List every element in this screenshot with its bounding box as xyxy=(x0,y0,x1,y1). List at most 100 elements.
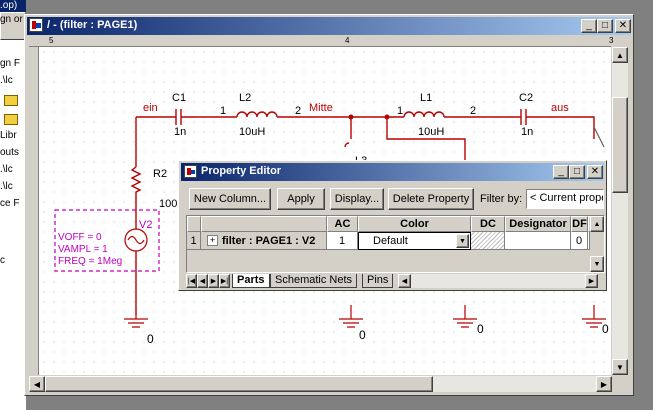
column-header-df[interactable]: DF xyxy=(571,216,588,232)
resistor-r2[interactable] xyxy=(130,166,142,222)
tree-item[interactable]: .\lc xyxy=(0,181,26,198)
minimize-button[interactable]: _ xyxy=(553,165,569,179)
net-label-mitte[interactable]: Mitte xyxy=(309,102,333,114)
label-c2[interactable]: C2 xyxy=(519,92,533,104)
tab-bar: |◀ ◀ ▶ ▶| Parts Schematic Nets Pins ◀ ▶ xyxy=(186,274,598,289)
param-vampl[interactable]: VAMPL = 1 xyxy=(58,244,108,255)
tab-scroll-prev[interactable]: ◀ xyxy=(197,274,208,288)
scroll-thumb[interactable] xyxy=(45,376,433,392)
net-label-aus[interactable]: aus xyxy=(551,102,569,114)
component-stub[interactable] xyxy=(593,126,605,148)
tree-item[interactable]: Libr xyxy=(0,130,26,147)
maximize-button[interactable]: □ xyxy=(569,165,585,179)
scroll-thumb[interactable] xyxy=(612,97,628,193)
background-window: .op) gn or gn F .\lc Libr outs .\lc .\lc… xyxy=(0,0,26,410)
row-index[interactable]: 1 xyxy=(187,232,201,250)
label-l2-value[interactable]: 10uH xyxy=(239,126,265,138)
color-dropdown-button[interactable]: ▼ xyxy=(456,234,469,248)
ground-label: 0 xyxy=(147,332,154,346)
tree-item[interactable]: .\lc xyxy=(0,164,26,181)
vertical-scrollbar[interactable]: ▲ ▼ xyxy=(612,47,628,375)
ground-symbol[interactable] xyxy=(453,305,477,328)
scroll-left-button[interactable]: ◀ xyxy=(29,376,45,392)
scroll-up-button[interactable]: ▲ xyxy=(612,47,628,63)
column-header-ac[interactable]: AC xyxy=(327,216,358,232)
apply-button[interactable]: Apply xyxy=(277,188,325,210)
label-l1-value[interactable]: 10uH xyxy=(418,126,444,138)
property-editor-titlebar[interactable]: Property Editor _ □ ✕ xyxy=(181,163,604,181)
tab-scroll-right-button[interactable]: ▶ xyxy=(585,274,598,288)
column-header-color[interactable]: Color xyxy=(358,216,471,232)
horizontal-scrollbar[interactable]: ◀ ▶ xyxy=(29,376,612,392)
delete-property-button[interactable]: Delete Property xyxy=(388,188,474,210)
scroll-right-button[interactable]: ▶ xyxy=(596,376,612,392)
column-header-dc[interactable]: DC xyxy=(471,216,505,232)
label-l2-pin2: 2 xyxy=(295,105,301,117)
ruler-mark: 4 xyxy=(345,36,350,45)
tab-scrollbar[interactable]: ◀ ▶ xyxy=(398,274,598,288)
maximize-button[interactable]: □ xyxy=(597,19,613,33)
label-c2-value[interactable]: 1n xyxy=(521,126,533,138)
label-l2-pin1: 1 xyxy=(220,105,226,117)
label-v2[interactable]: V2 xyxy=(139,219,152,231)
new-column-button[interactable]: New Column... xyxy=(189,188,271,210)
tree-item[interactable]: outs xyxy=(0,147,26,164)
ground-label: 0 xyxy=(359,328,366,342)
cell-ac[interactable]: 1 xyxy=(327,232,358,250)
label-l2[interactable]: L2 xyxy=(239,92,251,104)
label-c1-value[interactable]: 1n xyxy=(174,126,186,138)
wire-right-vertical[interactable] xyxy=(386,117,466,162)
capacitor-c1[interactable] xyxy=(170,109,219,125)
tab-scroll-next[interactable]: ▶ xyxy=(208,274,219,288)
param-voff[interactable]: VOFF = 0 xyxy=(58,232,102,243)
filter-value: < Current prope xyxy=(530,192,604,204)
folder-icon[interactable] xyxy=(0,114,26,130)
tab-schematic-nets[interactable]: Schematic Nets xyxy=(270,274,358,288)
ruler-mark: 3 xyxy=(609,36,614,45)
inductor-l3-top[interactable] xyxy=(344,142,350,148)
column-header-designator[interactable]: Designator xyxy=(505,216,571,232)
cell-color[interactable]: Default ▼ xyxy=(358,232,471,250)
minimize-button[interactable]: _ xyxy=(581,19,597,33)
label-c1[interactable]: C1 xyxy=(172,92,186,104)
voltage-source-v2[interactable] xyxy=(124,222,148,315)
folder-icon[interactable] xyxy=(0,95,26,111)
schematic-titlebar[interactable]: / - (filter : PAGE1) _ □ ✕ xyxy=(27,17,631,35)
background-window-titlebar: .op) xyxy=(0,0,26,12)
tree-item[interactable]: gn F xyxy=(0,58,26,75)
tab-scroll-left-button[interactable]: ◀ xyxy=(398,274,411,288)
tree-item[interactable]: .\lc xyxy=(0,75,26,92)
net-label-ein[interactable]: ein xyxy=(143,102,158,114)
ground-symbol[interactable] xyxy=(124,315,148,328)
row-name-cell[interactable]: + filter : PAGE1 : V2 xyxy=(201,232,327,250)
grid-scroll-up-button[interactable]: ▲ xyxy=(590,216,604,232)
background-tree: gn F .\lc Libr outs .\lc .\lc ce F c xyxy=(0,58,26,335)
cell-dc[interactable] xyxy=(471,232,505,250)
label-l1[interactable]: L1 xyxy=(420,92,432,104)
cell-df[interactable]: 0 xyxy=(571,232,588,250)
column-header xyxy=(201,216,327,232)
label-r2[interactable]: R2 xyxy=(153,168,167,180)
expand-icon[interactable]: + xyxy=(207,235,218,246)
close-button[interactable]: ✕ xyxy=(587,165,603,179)
scroll-down-button[interactable]: ▼ xyxy=(612,359,628,375)
inductor-l1[interactable] xyxy=(387,111,515,118)
param-freq[interactable]: FREQ = 1Meg xyxy=(58,256,122,267)
close-button[interactable]: ✕ xyxy=(615,19,631,33)
cell-i[interactable] xyxy=(588,232,590,250)
label-r2-value[interactable]: 100 xyxy=(159,198,177,210)
grid-scroll-down-button[interactable]: ▼ xyxy=(590,256,604,272)
column-header xyxy=(187,216,201,232)
filter-dropdown[interactable]: < Current prope xyxy=(526,189,604,209)
tab-scroll-first[interactable]: |◀ xyxy=(186,274,197,288)
tab-scroll-last[interactable]: ▶| xyxy=(219,274,230,288)
size-grip xyxy=(612,376,628,392)
tree-item: c xyxy=(0,255,5,266)
ground-symbol[interactable] xyxy=(339,305,363,328)
tab-parts[interactable]: Parts xyxy=(232,274,270,288)
display-button[interactable]: Display... xyxy=(330,188,384,210)
tree-item[interactable]: ce F xyxy=(0,198,26,215)
cell-designator[interactable] xyxy=(505,232,571,250)
tab-pins[interactable]: Pins xyxy=(362,274,394,288)
app-icon xyxy=(29,18,43,32)
